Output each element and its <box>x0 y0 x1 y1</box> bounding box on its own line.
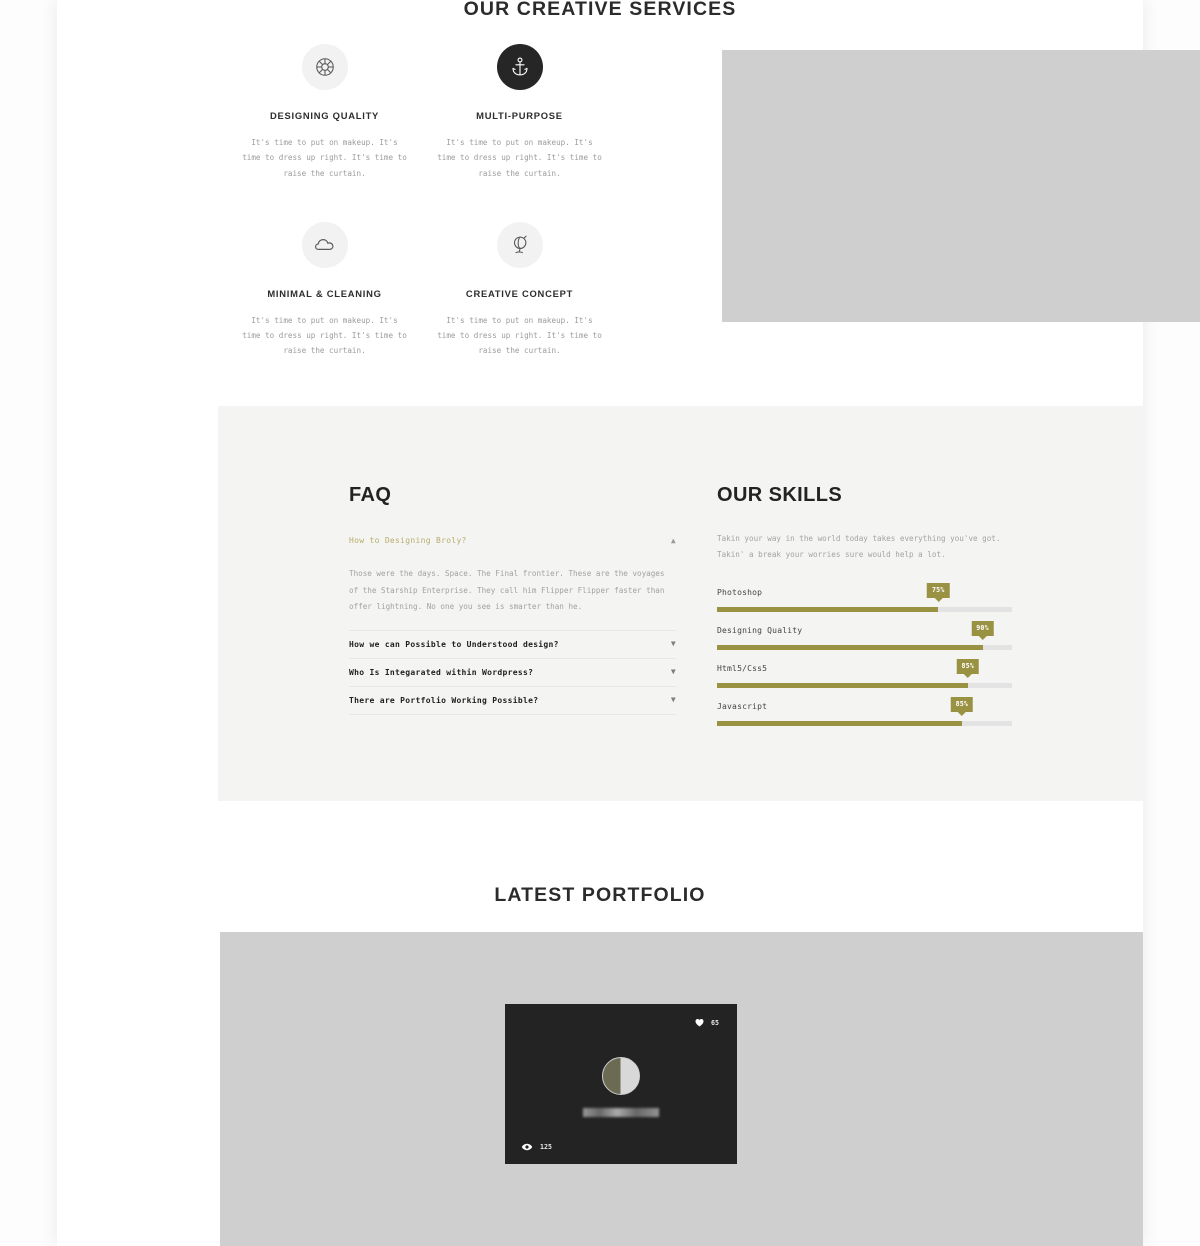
chevron-down-icon[interactable]: ▼ <box>661 668 676 676</box>
skill-row-html5-css5: Html5/Css5 85% <box>717 658 1012 696</box>
skill-label: Designing Quality <box>717 626 803 635</box>
services-title: OUR CREATIVE SERVICES <box>463 0 737 20</box>
skills-block: OUR SKILLS Takin your way in the world t… <box>717 484 1012 734</box>
skill-fill <box>717 645 983 650</box>
skill-fill <box>717 683 968 688</box>
service-card-multi-purpose[interactable]: MULTI-PURPOSE It's time to put on makeup… <box>422 44 617 181</box>
services-row-2: MINIMAL & CLEANING It's time to put on m… <box>227 221 617 359</box>
faq-block: FAQ How to Designing Broly? ▲ Those were… <box>349 484 676 715</box>
faq-skills-section: FAQ How to Designing Broly? ▲ Those were… <box>218 406 1143 801</box>
skill-percent-badge: 85% <box>950 697 974 716</box>
faq-item[interactable]: There are Portfolio Working Possible? ▼ <box>349 687 676 715</box>
lifebuoy-icon <box>301 44 348 90</box>
service-description: It's time to put on makeup. It's time to… <box>242 315 407 356</box>
skill-label: Javascript <box>717 702 768 711</box>
service-title: MINIMAL & CLEANING <box>267 287 382 299</box>
service-card-creative-concept[interactable]: CREATIVE CONCEPT It's time to put on mak… <box>422 221 617 359</box>
cloud-icon <box>301 221 348 268</box>
globe-icon <box>496 221 543 268</box>
skill-label: Html5/Css5 <box>717 664 768 673</box>
skill-track <box>717 683 1012 688</box>
skill-percent-badge: 90% <box>971 621 994 640</box>
skill-row-javascript: Javascript 85% <box>717 696 1012 734</box>
portfolio-section: LATEST PORTFOLIO 65 125 <box>57 860 1143 1246</box>
skill-row-designing-quality: Designing Quality 90% <box>717 620 1012 658</box>
portfolio-avatar <box>602 1057 640 1095</box>
faq-question-toggle[interactable]: Who Is Integarated within Wordpress? ▼ <box>349 659 676 686</box>
faq-item[interactable]: How to Designing Broly? ▲ Those were the… <box>349 527 676 631</box>
faq-question-toggle[interactable]: How to Designing Broly? ▲ <box>349 527 676 554</box>
services-row-1: DESIGNING QUALITY It's time to put on ma… <box>227 44 617 181</box>
service-description: It's time to put on makeup. It's time to… <box>242 138 407 178</box>
skill-fill <box>717 721 962 726</box>
faq-question-text: How to Designing Broly? <box>349 536 467 545</box>
portfolio-likes[interactable]: 65 <box>694 1017 719 1028</box>
anchor-icon <box>496 44 543 90</box>
service-description: It's time to put on makeup. It's time to… <box>437 315 602 356</box>
service-title: CREATIVE CONCEPT <box>465 287 574 299</box>
service-card-minimal-cleaning[interactable]: MINIMAL & CLEANING It's time to put on m… <box>227 221 422 359</box>
skill-fill <box>717 607 939 612</box>
chevron-down-icon[interactable]: ▼ <box>661 696 676 704</box>
service-card-designing-quality[interactable]: DESIGNING QUALITY It's time to put on ma… <box>227 44 422 181</box>
faq-answer: Those were the days. Space. The Final fr… <box>349 569 665 611</box>
portfolio-title: LATEST PORTFOLIO <box>494 884 706 906</box>
skills-heading: OUR SKILLS <box>717 484 843 506</box>
chevron-up-icon[interactable]: ▲ <box>661 536 676 545</box>
service-title: DESIGNING QUALITY <box>269 110 380 121</box>
heart-icon <box>695 1019 704 1027</box>
portfolio-like-count: 65 <box>711 1018 719 1027</box>
faq-question-text: Who Is Integarated within Wordpress? <box>349 667 534 677</box>
service-title: MULTI-PURPOSE <box>476 110 563 121</box>
faq-question-text: How we can Possible to Understood design… <box>349 639 559 649</box>
faq-item[interactable]: Who Is Integarated within Wordpress? ▼ <box>349 659 676 687</box>
portfolio-views[interactable]: 125 <box>521 1141 552 1153</box>
skill-label: Photoshop <box>717 588 763 597</box>
skill-percent-badge: 85% <box>956 659 980 678</box>
faq-question-toggle[interactable]: How we can Possible to Understood design… <box>349 631 676 658</box>
faq-heading: FAQ <box>349 484 392 506</box>
portfolio-name-placeholder <box>583 1108 659 1117</box>
skill-percent-badge: 75% <box>926 583 950 602</box>
chevron-down-icon[interactable]: ▼ <box>661 640 676 648</box>
portfolio-strip: 65 125 <box>220 932 1143 1246</box>
skills-description: Takin your way in the world today takes … <box>717 534 1001 559</box>
faq-accordion: How to Designing Broly? ▲ Those were the… <box>349 527 676 715</box>
page-stage: OUR CREATIVE SERVICES DESIGNING QUALITY … <box>0 0 1200 1246</box>
skills-list: Photoshop 75% Designing Quality 90% Html… <box>717 582 1012 734</box>
portfolio-card[interactable]: 65 125 <box>505 1004 737 1164</box>
faq-question-toggle[interactable]: There are Portfolio Working Possible? ▼ <box>349 687 676 714</box>
skill-track <box>717 607 1012 612</box>
skill-track <box>717 721 1012 726</box>
eye-icon <box>521 1143 533 1151</box>
service-description: It's time to put on makeup. It's time to… <box>437 138 602 178</box>
faq-item[interactable]: How we can Possible to Understood design… <box>349 631 676 659</box>
faq-question-text: There are Portfolio Working Possible? <box>349 695 539 705</box>
services-image-placeholder <box>722 50 1200 322</box>
services-section: OUR CREATIVE SERVICES DESIGNING QUALITY … <box>57 0 1200 400</box>
portfolio-view-count: 125 <box>540 1143 552 1151</box>
skill-track <box>717 645 1012 650</box>
services-grid: DESIGNING QUALITY It's time to put on ma… <box>227 44 617 359</box>
skill-row-photoshop: Photoshop 75% <box>717 582 1012 620</box>
